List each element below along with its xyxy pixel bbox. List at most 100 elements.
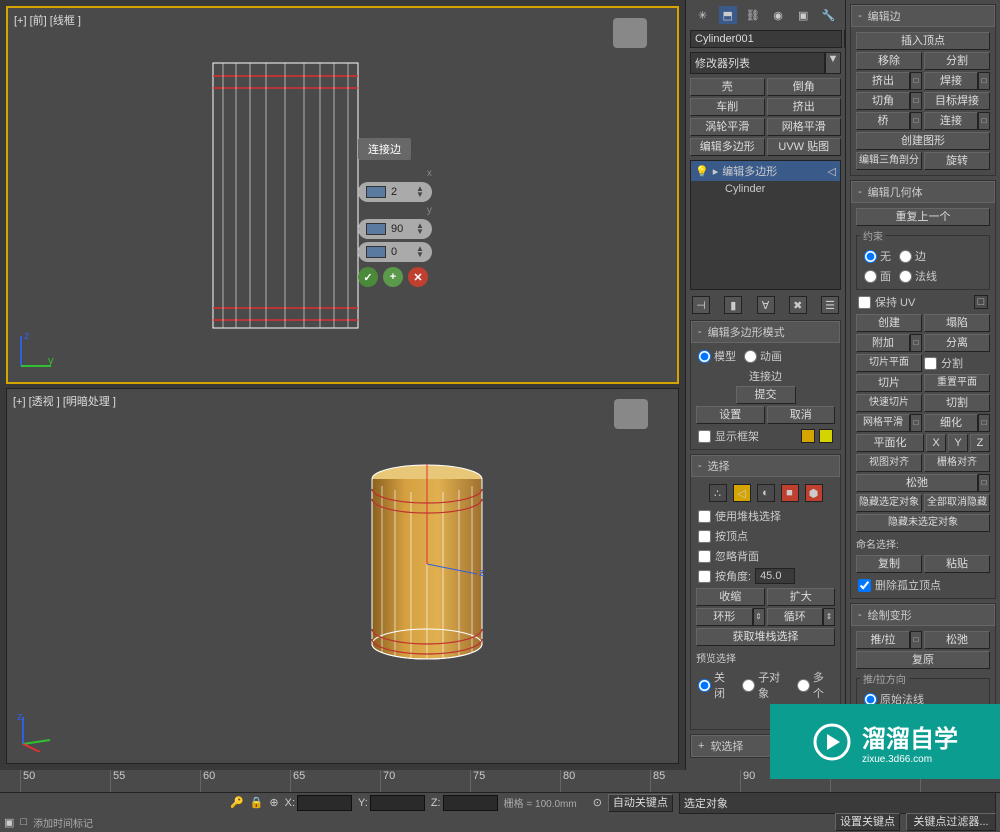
btn-chamfer[interactable]: 切角 — [856, 92, 910, 110]
radio-multi[interactable]: 多个 — [797, 669, 833, 701]
segments-spinner[interactable]: 2▲▼ — [358, 182, 432, 202]
make-unique-icon[interactable]: ∀ — [757, 296, 775, 314]
coord-toggle-icon[interactable]: ⊕ — [269, 796, 278, 809]
btn-copy[interactable]: 复制 — [856, 555, 922, 573]
chk-byangle[interactable] — [698, 570, 711, 583]
viewport-top[interactable]: [+] [前] [线框 ] — [6, 6, 679, 384]
btn-hideunsel[interactable]: 隐藏未选定对象 — [856, 514, 990, 532]
btn-unhideall[interactable]: 全部取消隐藏 — [924, 494, 990, 512]
script-icon[interactable]: ▣ — [4, 816, 14, 829]
stack-cylinder[interactable]: Cylinder — [691, 181, 840, 197]
chk-usestack[interactable] — [698, 510, 711, 523]
btn-uvwmap[interactable]: UVW 贴图 — [767, 138, 842, 156]
btn-revert[interactable]: 复原 — [856, 651, 990, 669]
btn-createshape[interactable]: 创建图形 — [856, 132, 990, 150]
sel-element-icon[interactable]: ⬢ — [805, 484, 823, 502]
btn-bridge[interactable]: 桥 — [856, 112, 910, 130]
chk-byvertex[interactable] — [698, 530, 711, 543]
remove-mod-icon[interactable]: ✖ — [789, 296, 807, 314]
btn-split[interactable]: 分割 — [924, 52, 990, 70]
cage-color1[interactable] — [801, 429, 815, 443]
show-end-result-icon[interactable]: ▮ — [724, 296, 742, 314]
motion-tab-icon[interactable]: ◉ — [769, 6, 787, 24]
btn-relax[interactable]: 松弛 — [856, 474, 978, 492]
utilities-tab-icon[interactable]: 🔧 — [819, 6, 837, 24]
display-tab-icon[interactable]: ▣ — [794, 6, 812, 24]
popup-apply[interactable]: + — [383, 267, 403, 287]
btn-planar-y[interactable]: Y — [948, 434, 968, 452]
radio-anim[interactable]: 动画 — [744, 348, 782, 364]
btn-cancel[interactable]: 取消 — [767, 406, 836, 424]
btn-pushpull[interactable]: 推/拉 — [856, 631, 910, 649]
radio-off[interactable]: 关闭 — [698, 669, 734, 701]
btn-extrude[interactable]: 挤出 — [856, 72, 910, 90]
sel-edge-icon[interactable]: ◁ — [733, 484, 751, 502]
btn-planar-z[interactable]: Z — [970, 434, 990, 452]
btn-insertvert[interactable]: 插入顶点 — [856, 32, 990, 50]
btn-viewalign[interactable]: 视图对齐 — [856, 454, 922, 472]
pin-stack-icon[interactable]: ⊣ — [692, 296, 710, 314]
btn-repeat[interactable]: 重复上一个 — [856, 208, 990, 226]
hierarchy-tab-icon[interactable]: ⛓ — [744, 6, 762, 24]
chk-deleteisolated[interactable] — [858, 579, 871, 592]
radio-subobj[interactable]: 子对象 — [742, 669, 789, 701]
btn-attach[interactable]: 附加 — [856, 334, 910, 352]
btn-collapse[interactable]: 塌陷 — [924, 314, 990, 332]
slide-spinner[interactable]: 0▲▼ — [358, 242, 432, 262]
btn-lathe[interactable]: 车削 — [690, 98, 765, 116]
btn-getstack[interactable]: 获取堆栈选择 — [696, 628, 835, 646]
z-coord-input[interactable] — [443, 795, 498, 811]
btn-gridalign[interactable]: 栅格对齐 — [924, 454, 990, 472]
btn-paste[interactable]: 粘贴 — [924, 555, 990, 573]
btn-weld[interactable]: 焊接 — [924, 72, 978, 90]
modify-tab-icon[interactable]: ⬒ — [719, 6, 737, 24]
btn-turn[interactable]: 旋转 — [924, 152, 990, 170]
btn-shell[interactable]: 壳 — [690, 78, 765, 96]
popup-ok[interactable]: ✓ — [358, 267, 378, 287]
stack-editpoly[interactable]: 💡 ▸ 编辑多边形 ◁ — [691, 161, 840, 181]
radio-model[interactable]: 模型 — [698, 348, 736, 364]
configure-icon[interactable]: ☰ — [821, 296, 839, 314]
btn-quickslice[interactable]: 快速切片 — [856, 394, 922, 412]
x-coord-input[interactable] — [297, 795, 352, 811]
y-coord-input[interactable] — [370, 795, 425, 811]
sel-border-icon[interactable]: ◐ — [757, 484, 775, 502]
btn-sliceplane[interactable]: 切片平面 — [856, 354, 922, 372]
angle-spinner[interactable]: 45.0 — [755, 568, 795, 584]
create-tab-icon[interactable]: ✳ — [694, 6, 712, 24]
btn-planar-x[interactable]: X — [926, 434, 946, 452]
viewcube-top[interactable] — [613, 18, 647, 48]
btn-detach[interactable]: 分离 — [924, 334, 990, 352]
chk-preserveuv[interactable] — [858, 296, 871, 309]
btn-connect[interactable]: 连接 — [924, 112, 978, 130]
modifier-list-dropdown[interactable]: 修改器列表 — [690, 52, 825, 74]
sel-vertex-icon[interactable]: ∴ — [709, 484, 727, 502]
btn-keyfilter[interactable]: 关键点过滤器... — [906, 813, 996, 831]
chk-ignoreback[interactable] — [698, 550, 711, 563]
cage-color2[interactable] — [819, 429, 833, 443]
btn-shrink[interactable]: 收缩 — [696, 588, 765, 606]
btn-cut[interactable]: 切割 — [924, 394, 990, 412]
rollout-toggle[interactable]: - — [698, 326, 702, 338]
btn-remove[interactable]: 移除 — [856, 52, 922, 70]
object-name-input[interactable] — [690, 30, 842, 48]
bulb-icon[interactable]: 💡 — [695, 165, 709, 178]
btn-slice[interactable]: 切片 — [856, 374, 922, 392]
btn-grow[interactable]: 扩大 — [767, 588, 836, 606]
btn-create[interactable]: 创建 — [856, 314, 922, 332]
btn-editpoly[interactable]: 编辑多边形 — [690, 138, 765, 156]
popup-cancel[interactable]: ✕ — [408, 267, 428, 287]
btn-msmooth[interactable]: 网格平滑 — [856, 414, 910, 432]
sel-poly-icon[interactable]: ■ — [781, 484, 799, 502]
viewport-perspective[interactable]: [+] [透视 ] [明暗处理 ] — [6, 388, 679, 764]
selobj-dropdown[interactable]: 选定对象 — [679, 792, 996, 814]
pinch-spinner[interactable]: 90▲▼ — [358, 219, 432, 239]
btn-extrude-mod[interactable]: 挤出 — [767, 98, 842, 116]
chk-showcage[interactable] — [698, 430, 711, 443]
modifier-stack[interactable]: 💡 ▸ 编辑多边形 ◁ Cylinder — [690, 160, 841, 290]
key-lock-icon[interactable]: ⊙ — [593, 796, 602, 809]
btn-tessellate[interactable]: 细化 — [924, 414, 978, 432]
btn-edittri[interactable]: 编辑三角剖分 — [856, 152, 922, 170]
key-icon[interactable]: 🔑 — [230, 796, 244, 809]
btn-hidesel[interactable]: 隐藏选定对象 — [856, 494, 922, 512]
